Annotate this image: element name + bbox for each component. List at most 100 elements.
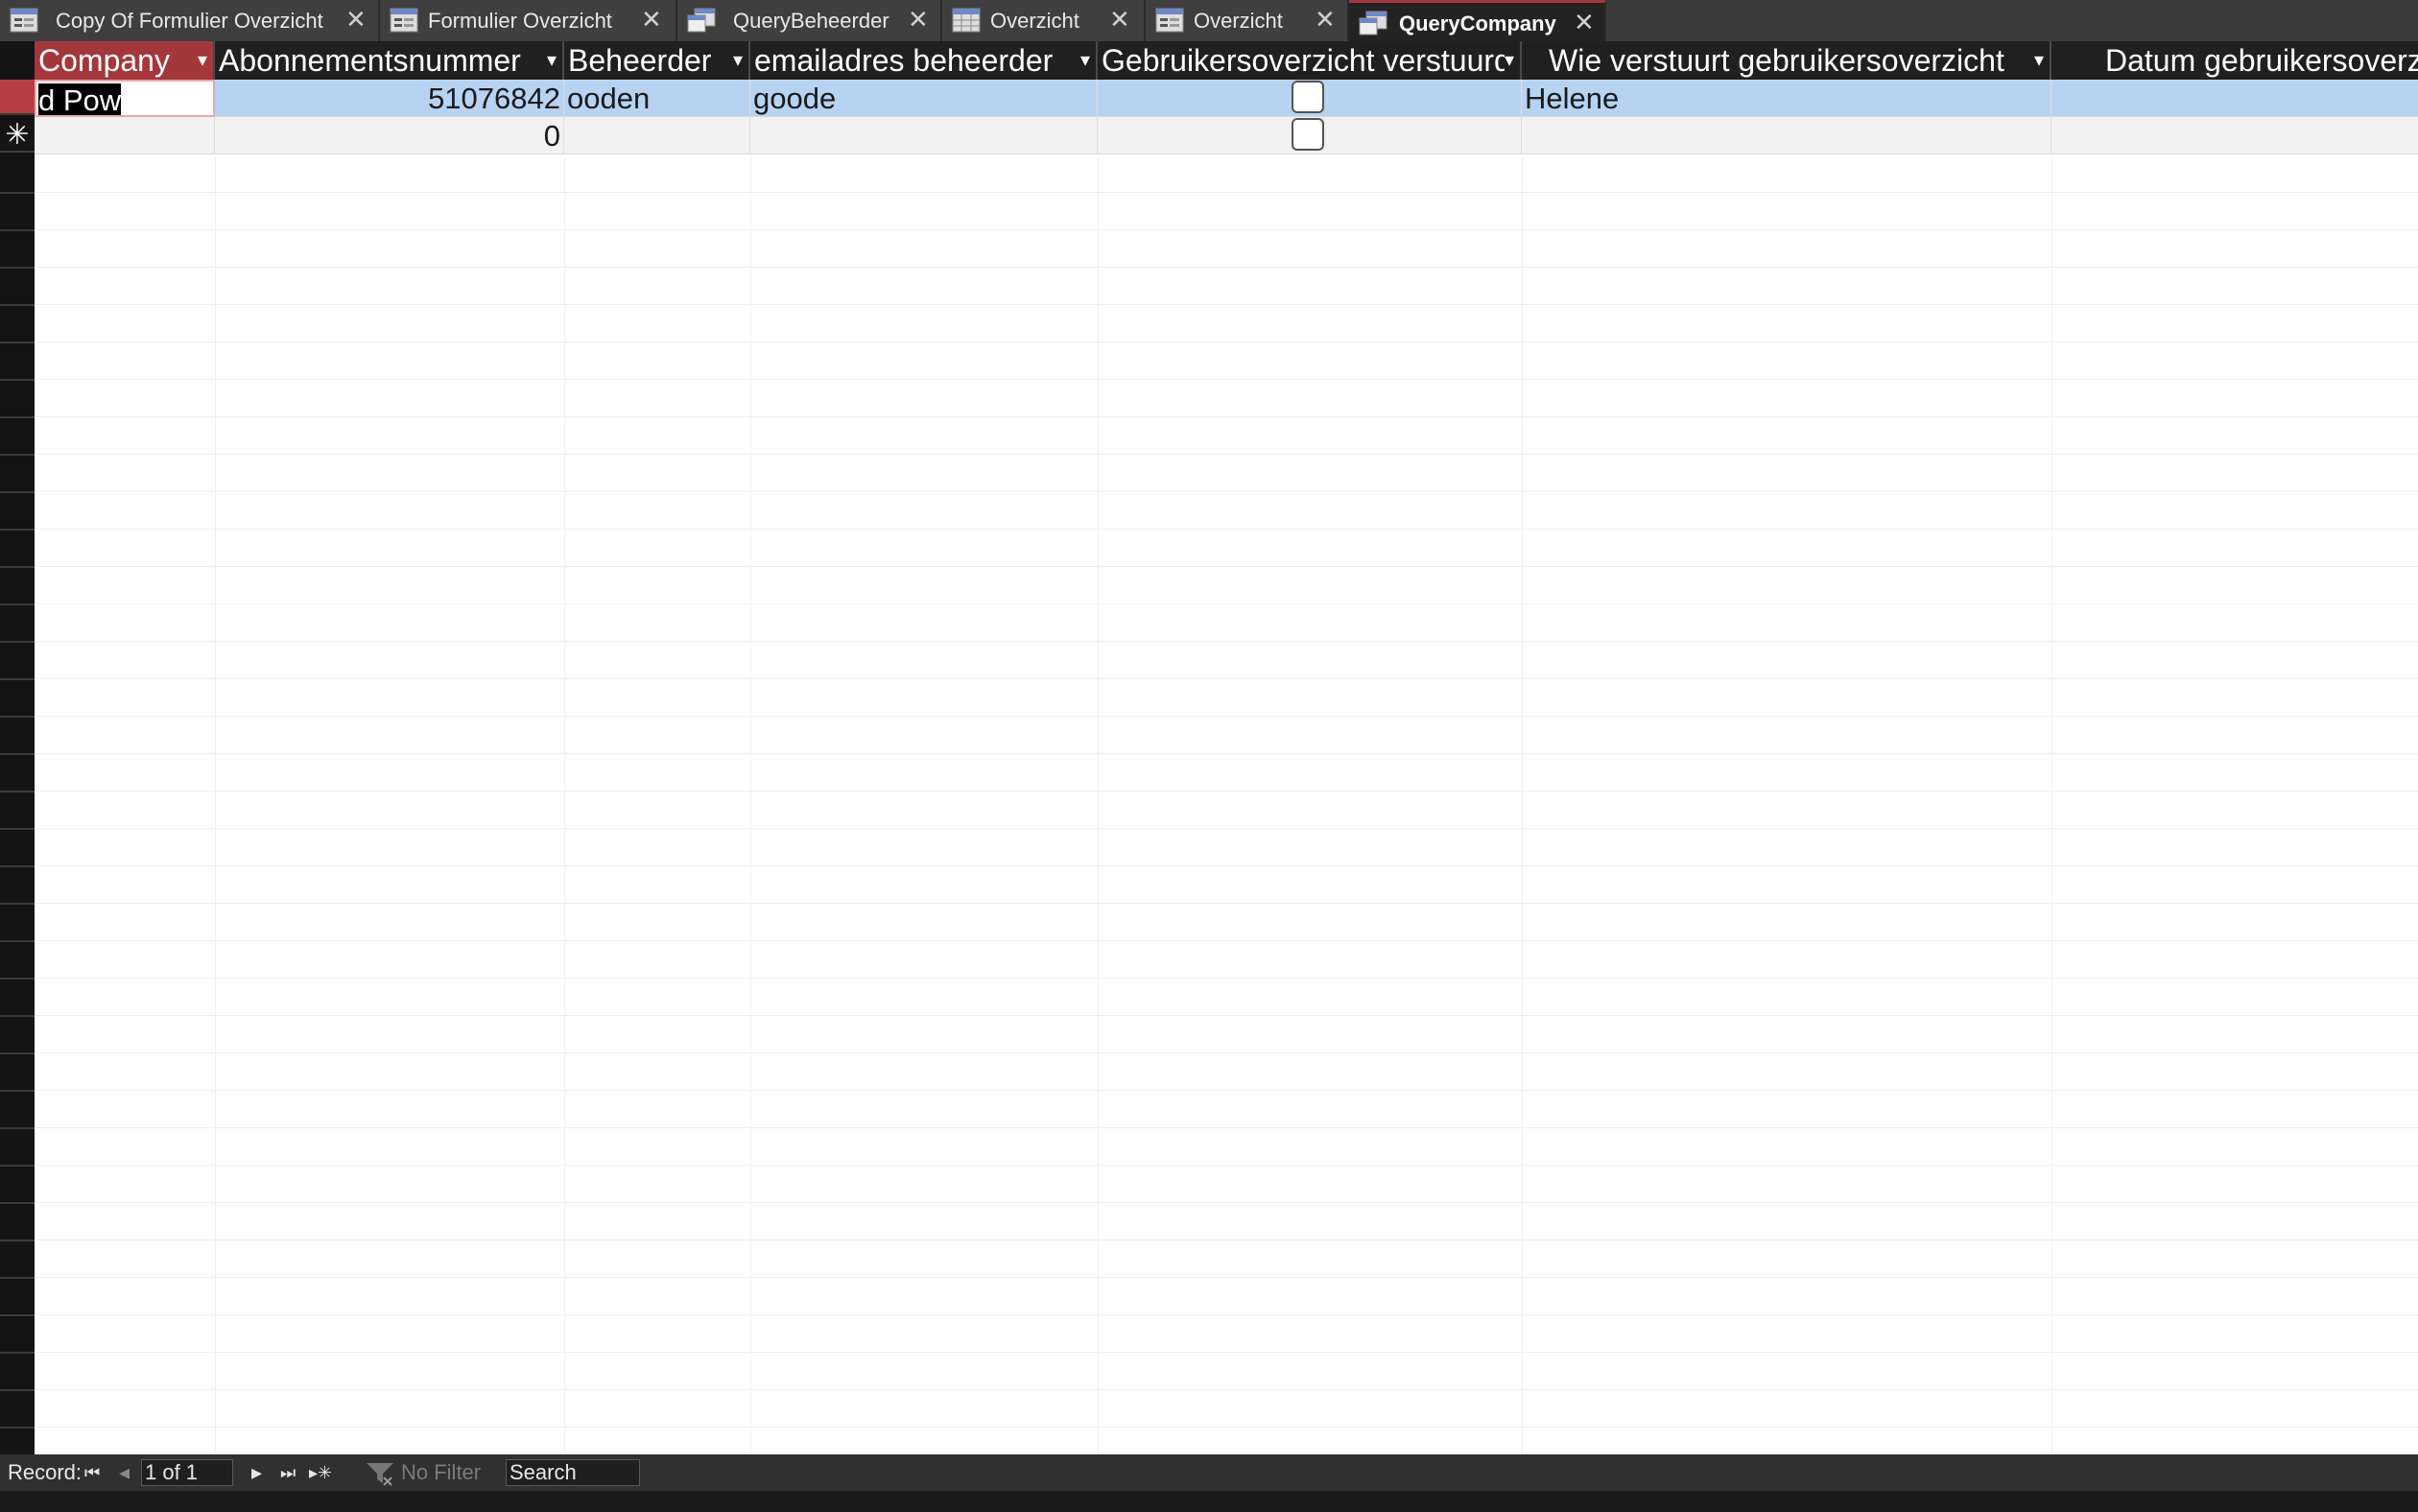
selector-separator (0, 304, 35, 306)
grid-column-line (1522, 156, 1523, 1454)
tab-overzicht-form[interactable]: Overzicht ✕ (1146, 0, 1349, 41)
cell-beheerder[interactable] (564, 117, 750, 154)
grid-line (35, 416, 2418, 417)
selector-separator (0, 1389, 35, 1391)
tab-label: QueryBeheerder (733, 9, 889, 33)
column-header-abonnementsnummer[interactable]: Abonnementsnummer ▾ (215, 41, 564, 80)
grid-column-line (564, 156, 565, 1454)
cell-wie-verstuurt[interactable]: Helene (1522, 80, 2051, 117)
filter-icon (367, 1463, 393, 1486)
grid-line (35, 828, 2418, 829)
tab-formulier-overzicht[interactable]: Formulier Overzicht ✕ (380, 0, 677, 41)
selector-separator (0, 791, 35, 792)
cell-beheerder[interactable]: ooden (564, 80, 750, 117)
selector-separator (0, 454, 35, 456)
column-header-label: Datum gebruikersoverzicht (2105, 43, 2418, 78)
no-filter-button[interactable]: No Filter (401, 1454, 481, 1491)
dropdown-arrow-icon[interactable]: ▾ (2034, 41, 2044, 80)
grid-line (35, 1389, 2418, 1390)
cell-wie-verstuurt[interactable] (1522, 117, 2051, 154)
record-navigation-bar: Record: ⏮ ◂ 1 of 1 ▸ ⏭ ▸✳ No Filter Sear… (0, 1454, 2418, 1491)
tab-label: Overzicht (1194, 9, 1283, 33)
column-header-gebruikersoverzicht-verstuurd[interactable]: Gebruikersoverzicht verstuurd ▾ (1098, 41, 1522, 80)
cell-gebruikersoverzicht-verstuurd (1098, 117, 1522, 154)
selector-separator (0, 903, 35, 905)
grid-line (35, 1202, 2418, 1203)
current-record-field[interactable]: 1 of 1 (141, 1459, 233, 1486)
column-header-wie-verstuurt-gebruikersoverzicht[interactable]: Wie verstuurt gebruikersoverzicht ▾ (1522, 41, 2051, 80)
column-header-label: emailadres beheerder (754, 43, 1054, 78)
form-icon (1155, 8, 1184, 33)
next-record-button[interactable]: ▸ (251, 1454, 262, 1491)
selector-separator (0, 416, 35, 418)
column-header-label: Wie verstuurt gebruikersoverzicht (1549, 43, 2004, 78)
document-tab-bar: Copy Of Formulier Overzicht ✕ Formulier … (0, 0, 2418, 41)
column-header-emailadres-beheerder[interactable]: emailadres beheerder ▾ (750, 41, 1098, 80)
cell-datum[interactable] (2051, 117, 2418, 154)
form-icon (390, 8, 418, 33)
selector-separator (0, 192, 35, 194)
record-selector-column: ✳ (0, 41, 35, 1454)
selector-separator (0, 1090, 35, 1092)
grid-line (35, 379, 2418, 380)
selector-separator (0, 1015, 35, 1017)
tab-querycompany[interactable]: QueryCompany ✕ (1349, 0, 1606, 41)
cell-datum[interactable] (2051, 80, 2418, 117)
cell-abonnementsnummer[interactable]: 0 (215, 117, 564, 154)
tab-querybeheerder[interactable]: QueryBeheerder ✕ (677, 0, 942, 41)
dropdown-arrow-icon[interactable]: ▾ (1080, 41, 1090, 80)
selector-separator (0, 491, 35, 493)
close-icon[interactable]: ✕ (1574, 8, 1595, 37)
column-header-company[interactable]: Company ▾ (35, 41, 215, 80)
grid-line (35, 1015, 2418, 1016)
query-icon (1359, 11, 1387, 35)
tab-label: Copy Of Formulier Overzicht (56, 9, 323, 33)
column-header-datum-gebruikersoverzicht[interactable]: Datum gebruikersoverzicht (2051, 41, 2418, 80)
grid-line (35, 267, 2418, 268)
dropdown-arrow-icon[interactable]: ▾ (198, 41, 207, 80)
checkbox[interactable] (1292, 81, 1324, 113)
cell-company[interactable] (35, 117, 215, 154)
last-record-button[interactable]: ⏭ (280, 1454, 296, 1491)
cell-company[interactable]: d Pow (35, 80, 215, 117)
tab-label: QueryCompany (1399, 12, 1556, 35)
selector-separator (0, 603, 35, 605)
table-row-new-record[interactable]: 0 (35, 117, 2418, 154)
query-icon (687, 8, 716, 33)
cell-abonnementsnummer[interactable]: 51076842 (215, 80, 564, 117)
column-header-label: Beheerder (568, 43, 712, 78)
tab-copy-of-formulier-overzicht[interactable]: Copy Of Formulier Overzicht ✕ (0, 0, 380, 41)
dropdown-arrow-icon[interactable]: ▾ (1504, 41, 1514, 80)
selector-separator (0, 978, 35, 980)
new-record-selector[interactable]: ✳ (0, 117, 35, 153)
column-header-label: Gebruikersoverzicht verstuurd (1102, 43, 1511, 78)
record-selector-current[interactable] (0, 80, 35, 115)
close-icon[interactable]: ✕ (1109, 5, 1130, 35)
close-icon[interactable]: ✕ (641, 5, 662, 35)
close-icon[interactable]: ✕ (1315, 5, 1336, 35)
selector-separator (0, 641, 35, 643)
grid-line (35, 304, 2418, 305)
selector-separator (0, 828, 35, 830)
cell-emailadres-beheerder[interactable]: goode (750, 80, 1098, 117)
dropdown-arrow-icon[interactable]: ▾ (547, 41, 557, 80)
close-icon[interactable]: ✕ (908, 5, 929, 35)
previous-record-button[interactable]: ◂ (119, 1454, 130, 1491)
dropdown-arrow-icon[interactable]: ▾ (733, 41, 743, 80)
cell-emailadres-beheerder[interactable] (750, 117, 1098, 154)
column-header-beheerder[interactable]: Beheerder ▾ (564, 41, 750, 80)
table-row[interactable]: d Pow 51076842 ooden goode Helene (35, 80, 2418, 117)
table-icon (952, 8, 981, 33)
grid-line (35, 1314, 2418, 1315)
grid-line (35, 229, 2418, 230)
tab-overzicht-table[interactable]: Overzicht ✕ (942, 0, 1146, 41)
checkbox[interactable] (1292, 118, 1324, 151)
selector-separator (0, 1352, 35, 1354)
close-icon[interactable]: ✕ (345, 5, 367, 35)
search-input[interactable]: Search (506, 1459, 640, 1486)
first-record-button[interactable]: ⏮ (84, 1454, 100, 1491)
selected-text: d Pow (38, 83, 122, 117)
grid-line (35, 865, 2418, 866)
grid-line (35, 566, 2418, 567)
new-record-button[interactable]: ▸✳ (309, 1454, 332, 1491)
